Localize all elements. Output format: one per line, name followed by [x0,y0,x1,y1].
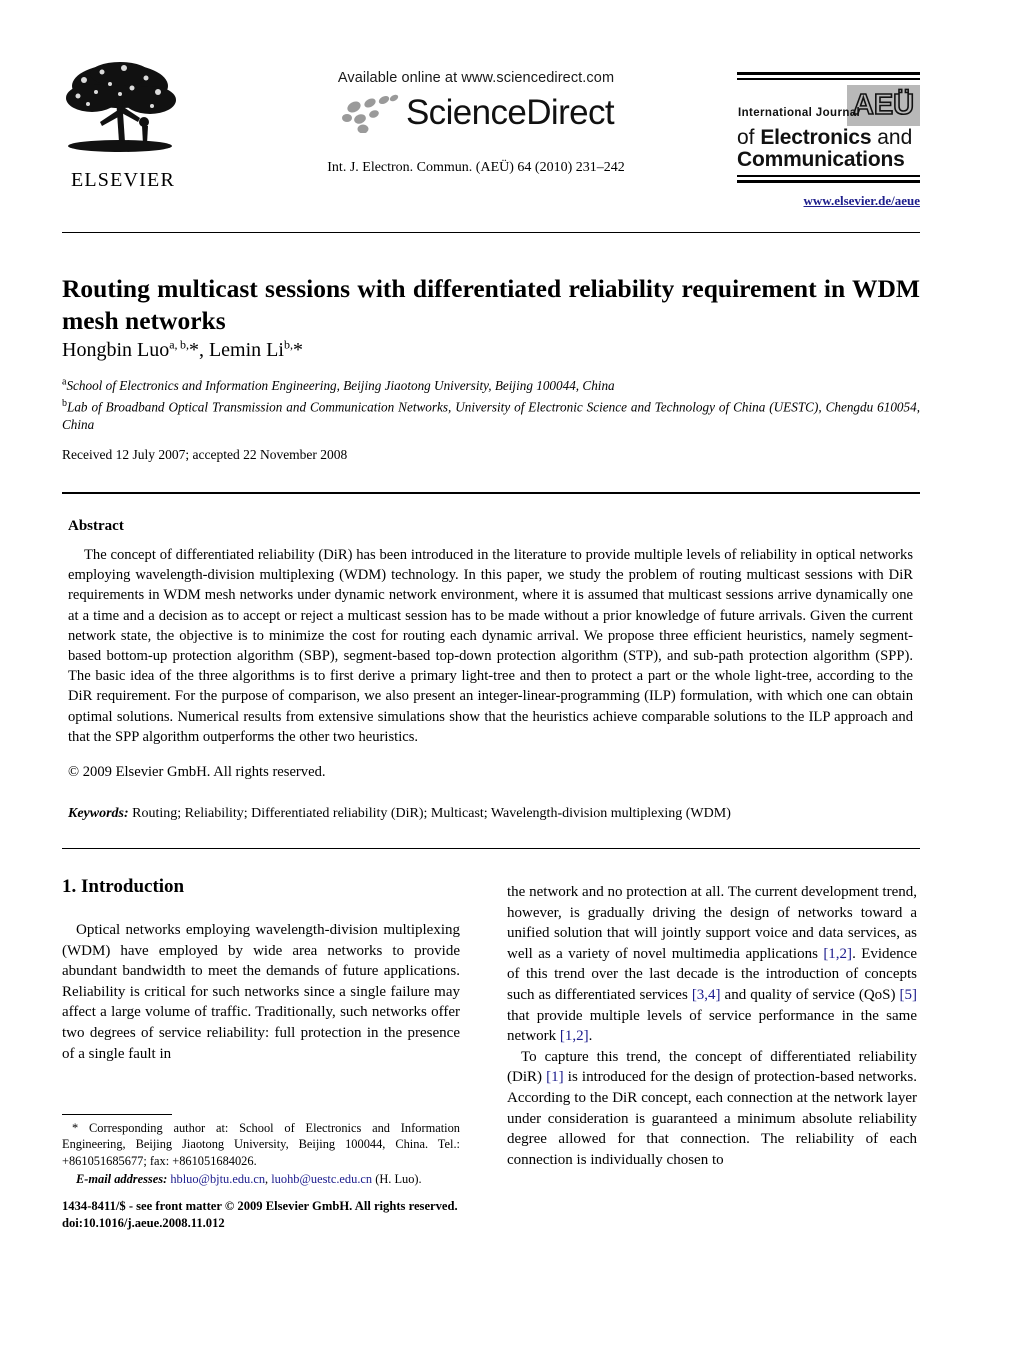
aeu-line-communications: Communications [737,148,905,172]
aeu-electronics-word: Electronics [760,126,872,149]
aeu-communications-word: Communications [737,148,905,171]
sciencedirect-swoosh-icon [341,94,399,133]
aeu-logo-body: AEÜ International Journal of Electronics… [737,85,920,173]
citation-ref-5[interactable]: [5] [900,987,918,1003]
page-title: Routing multicast sessions with differen… [62,274,920,336]
aeu-international-journal-label: International Journal [738,107,861,119]
affiliation-a-text: School of Electronics and Information En… [66,378,615,394]
available-online-text: Available online at www.sciencedirect.co… [337,70,615,86]
article-page: ELSEVIER Available online at www.science… [0,0,1020,1351]
footnotes: * Corresponding author at: School of Ele… [62,1120,460,1188]
body-column-left: 1. Introduction Optical networks employi… [62,876,460,1064]
keywords-text: Routing; Reliability; Differentiated rel… [132,806,731,821]
affiliations: aSchool of Electronics and Information E… [62,374,920,433]
abstract-bottom-rule [62,848,920,849]
abstract-copyright: © 2009 Elsevier GmbH. All rights reserve… [68,764,326,780]
aeu-badge: AEÜ [847,85,920,126]
sciencedirect-logo: ScienceDirect [276,93,676,133]
authors-text: Hongbin Luoa, b,*, Lemin Lib,* [62,337,303,361]
aeu-and-word: and [871,126,913,149]
intro-paragraph-right-1: the network and no protection at all. Th… [507,882,917,1047]
aeu-rule-top [737,72,920,80]
intro-right2-text-b: is introduced for the design of protecti… [507,1069,918,1168]
elsevier-logo: ELSEVIER [62,56,184,192]
imprint-block: 1434-8411/$ - see front matter © 2009 El… [62,1198,482,1231]
corresponding-author-note: * Corresponding author at: School of Ele… [62,1121,460,1168]
body-column-right: the network and no protection at all. Th… [507,882,917,1170]
email-suffix: (H. Luo). [372,1172,422,1187]
email-addresses-label: E-mail addresses: [76,1172,168,1187]
citation-ref-3-4[interactable]: [3,4] [692,987,721,1003]
footnote-rule [62,1114,172,1115]
elsevier-wordmark: ELSEVIER [70,169,176,191]
aeu-journal-url[interactable]: www.elsevier.de/aeue [737,193,921,209]
affiliation-a: aSchool of Electronics and Information E… [62,377,615,394]
intro-right-text-e: . [588,1028,593,1045]
aeu-badge-text: AEÜ [852,89,915,121]
aeu-journal-logo: AEÜ International Journal of Electronics… [737,72,920,209]
affiliation-b: bLab of Broadband Optical Transmission a… [62,395,920,433]
sciencedirect-block: Available online at www.sciencedirect.co… [276,70,676,133]
intro-right-text-c: and quality of service (QoS) [720,986,900,1003]
aeu-of-word: of [737,126,761,149]
email-link-1[interactable]: hbluo@bjtu.edu.cn [170,1172,265,1186]
title-separator-rule [62,232,920,233]
aeu-rule-bottom [737,175,920,183]
keywords: Keywords: Routing; Reliability; Differen… [68,806,913,822]
intro-paragraph-right-2: To capture this trend, the concept of di… [507,1047,917,1171]
keywords-label: Keywords: [68,806,129,821]
sciencedirect-wordmark: ScienceDirect [405,93,615,132]
doi-line[interactable]: doi:10.1016/j.aeue.2008.11.012 [62,1215,482,1232]
abstract-text: The concept of differentiated reliabilit… [68,547,913,745]
author-list: Hongbin Luoa, b,*, Lemin Lib,* [62,337,920,362]
citation-ref-1-2[interactable]: [1,2] [823,946,852,962]
masthead: ELSEVIER Available online at www.science… [62,52,920,212]
intro-paragraph-left-1: Optical networks employing wavelength-di… [62,922,460,1062]
email-note: E-mail addresses: hbluo@bjtu.edu.cn, luo… [62,1171,460,1187]
abstract-heading: Abstract [68,518,124,534]
abstract-top-rule [62,492,920,494]
section-heading-introduction: 1. Introduction [62,876,185,897]
issn-line: 1434-8411/$ - see front matter © 2009 El… [62,1199,458,1213]
affiliation-b-text: Lab of Broadband Optical Transmission an… [62,399,920,432]
citation-ref-1-2-second[interactable]: [1,2] [560,1028,589,1044]
article-history: Received 12 July 2007; accepted 22 Novem… [62,447,348,462]
elsevier-tree-icon [66,62,176,152]
citation-ref-1[interactable]: [1] [546,1069,564,1085]
journal-reference: Int. J. Electron. Commun. (AEÜ) 64 (2010… [327,160,625,175]
aeu-line-electronics: of Electronics and [737,126,912,150]
email-link-2[interactable]: luohb@uestc.edu.cn [271,1172,372,1186]
